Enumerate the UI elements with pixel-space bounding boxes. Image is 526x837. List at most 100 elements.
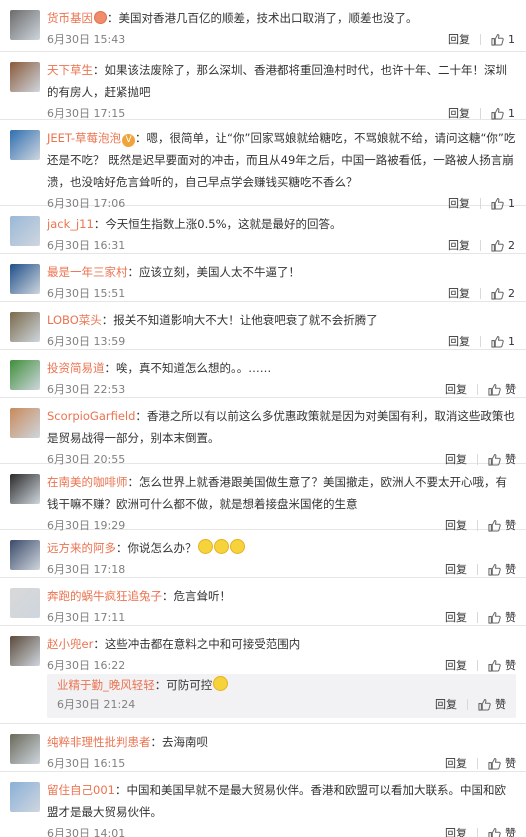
name-separator: ： [93,217,106,231]
avatar[interactable] [10,734,40,764]
avatar[interactable] [10,588,40,618]
comment-item: 远方来的阿多：你说怎么办？ 6月30日 17:18 回复赞 [0,530,526,578]
like-button[interactable]: 赞 [488,561,516,577]
like-count: 1 [508,334,515,348]
reply-button[interactable]: 回复 [441,561,467,577]
like-button[interactable]: 赞 [488,657,516,673]
name-separator: ： [135,409,147,423]
reply-button[interactable]: 回复 [441,657,467,673]
avatar[interactable] [10,408,40,438]
comment-body: 最是一年三家村：应该立刻，美国人太不牛逼了！ [47,261,516,283]
commenter-name[interactable]: 业精于勤_晚风轻轻 [57,678,155,692]
like-button[interactable]: 2 [491,239,516,252]
thumbs-up-icon [478,698,495,711]
comment-item: 货币基因 ：美国对香港几百亿的顺差，技术出口取消了，顺差也没了。 6月30日 15:… [0,0,526,52]
thumbs-up-icon [491,107,508,120]
reply-button[interactable]: 回复 [444,237,470,253]
comment-text: 你说怎么办？ [127,541,197,555]
reply-button[interactable]: 回复 [441,825,467,837]
commenter-name[interactable]: 天下草生 [47,63,93,77]
comment-body: 纯粹非理性批判患者：去海南呗 [47,731,516,753]
reply-button[interactable]: 回复 [444,285,470,301]
comment-meta: 6月30日 17:18 回复 赞 [47,561,516,579]
like-button[interactable]: 赞 [488,755,516,771]
avatar[interactable] [10,636,40,666]
like-button[interactable]: 1 [491,107,516,120]
comment-actions: 回复 赞 [441,825,516,837]
smile-emoji-icon [213,676,229,691]
comment-item: 奔跑的蜗牛疯狂追兔子：危言耸听！ 6月30日 17:11 回复 赞 [0,578,526,626]
avatar[interactable] [10,62,40,92]
comment-time: 6月30日 16:31 [47,239,126,252]
comment-time: 6月30日 21:24 [57,698,136,711]
comment-body: 赵小兜er：这些冲击都在意料之中和可接受范围内 [47,633,516,655]
comment-item: LOBO菜头：报关不知道影响大不大！让他衰吧衰了就不会折腾了 6月30日 13:5… [0,302,526,350]
smile-emoji-icon [213,539,229,554]
avatar[interactable] [10,540,40,570]
reply-button[interactable]: 回复 [444,333,470,349]
avatar[interactable] [10,312,40,342]
like-button[interactable]: 赞 [488,825,516,837]
avatar[interactable] [10,474,40,504]
commenter-name[interactable]: 留住自己001 [47,783,115,797]
commenter-name[interactable]: jack_j11 [47,217,94,231]
smile-emoji-icon [197,539,213,554]
avatar[interactable] [10,10,40,40]
reply-button[interactable]: 回复 [441,381,467,397]
avatar[interactable] [10,264,40,294]
comment-item: 留住自己001：中国和美国早就不是最大贸易伙伴。香港和欧盟可以看加大联系。中国和… [0,772,526,837]
commenter-name[interactable]: 纯粹非理性批判患者 [47,735,151,749]
name-separator: ： [93,637,105,651]
like-button[interactable]: 赞 [488,381,516,397]
commenter-name[interactable]: JEET-草莓泡泡 [47,131,121,145]
avatar[interactable] [10,360,40,390]
comment-text: 今天恒生指数上涨0.5%，这就是最好的回答。 [105,217,342,231]
commenter-name[interactable]: 在南美的咖啡师 [47,475,128,489]
commenter-name[interactable]: 赵小兜er [47,637,93,651]
reply-button[interactable]: 回复 [444,105,470,121]
sub-reply: 业精于勤_晚风轻轻：可防可控 6月30日 21:24 回复 赞 [47,674,516,718]
comment-body: 远方来的阿多：你说怎么办？ [47,537,516,559]
action-divider [477,757,478,769]
comment-body: JEET-草莓泡泡 V ：嗯，很简单，让“你”回家骂娘就给糖吃，不骂娘就不给，请问这… [47,127,516,193]
commenter-name[interactable]: 货币基因 [47,11,93,25]
comment-item: 在南美的咖啡师：怎么世界上就香港跟美国做生意了？美国撤走，欧洲人不要太开心哦，有… [0,464,526,532]
avatar[interactable] [10,216,40,246]
commenter-name[interactable]: 奔跑的蜗牛疯狂追兔子 [47,589,162,603]
name-separator: ： [114,783,127,797]
reply-button[interactable]: 回复 [444,31,470,47]
like-count: 1 [508,32,515,46]
like-button[interactable]: 赞 [478,696,506,712]
like-button[interactable]: 赞 [488,609,516,625]
comment-time: 6月30日 17:11 [47,611,126,624]
name-separator: ： [101,313,114,327]
verified-badge-icon: V [122,134,136,147]
like-button[interactable]: 1 [491,335,516,348]
comment-item: jack_j11：今天恒生指数上涨0.5%，这就是最好的回答。 6月30日 16:… [0,206,526,254]
comment-actions: 回复 1 [444,31,516,47]
comment-time: 6月30日 13:59 [47,335,126,348]
like-button[interactable]: 1 [491,33,516,46]
action-divider [477,659,478,671]
commenter-name[interactable]: LOBO菜头 [47,313,102,327]
commenter-name[interactable]: 最是一年三家村 [47,265,128,279]
commenter-name[interactable]: 投资简易道 [47,361,105,375]
commenter-name[interactable]: ScorpioGarfield [47,409,135,423]
avatar[interactable] [10,782,40,812]
reply-button[interactable]: 回复 [441,755,467,771]
like-button[interactable]: 2 [491,287,516,300]
reply-button[interactable]: 回复 [441,609,467,625]
thumbs-up-icon [488,383,505,396]
comment-actions: 回复 2 [444,285,516,301]
action-divider [480,287,481,299]
thumbs-up-icon [491,33,508,46]
comment-meta: 6月30日 15:51 回复 2 [47,285,516,303]
like-count: 赞 [505,659,516,672]
avatar[interactable] [10,130,40,160]
comment-body: 奔跑的蜗牛疯狂追兔子：危言耸听！ [47,585,516,607]
reply-button[interactable]: 回复 [431,696,457,712]
commenter-name[interactable]: 远方来的阿多 [47,541,116,555]
thumbs-up-icon [491,287,508,300]
action-divider [477,563,478,575]
comment-time: 6月30日 16:22 [47,659,126,672]
